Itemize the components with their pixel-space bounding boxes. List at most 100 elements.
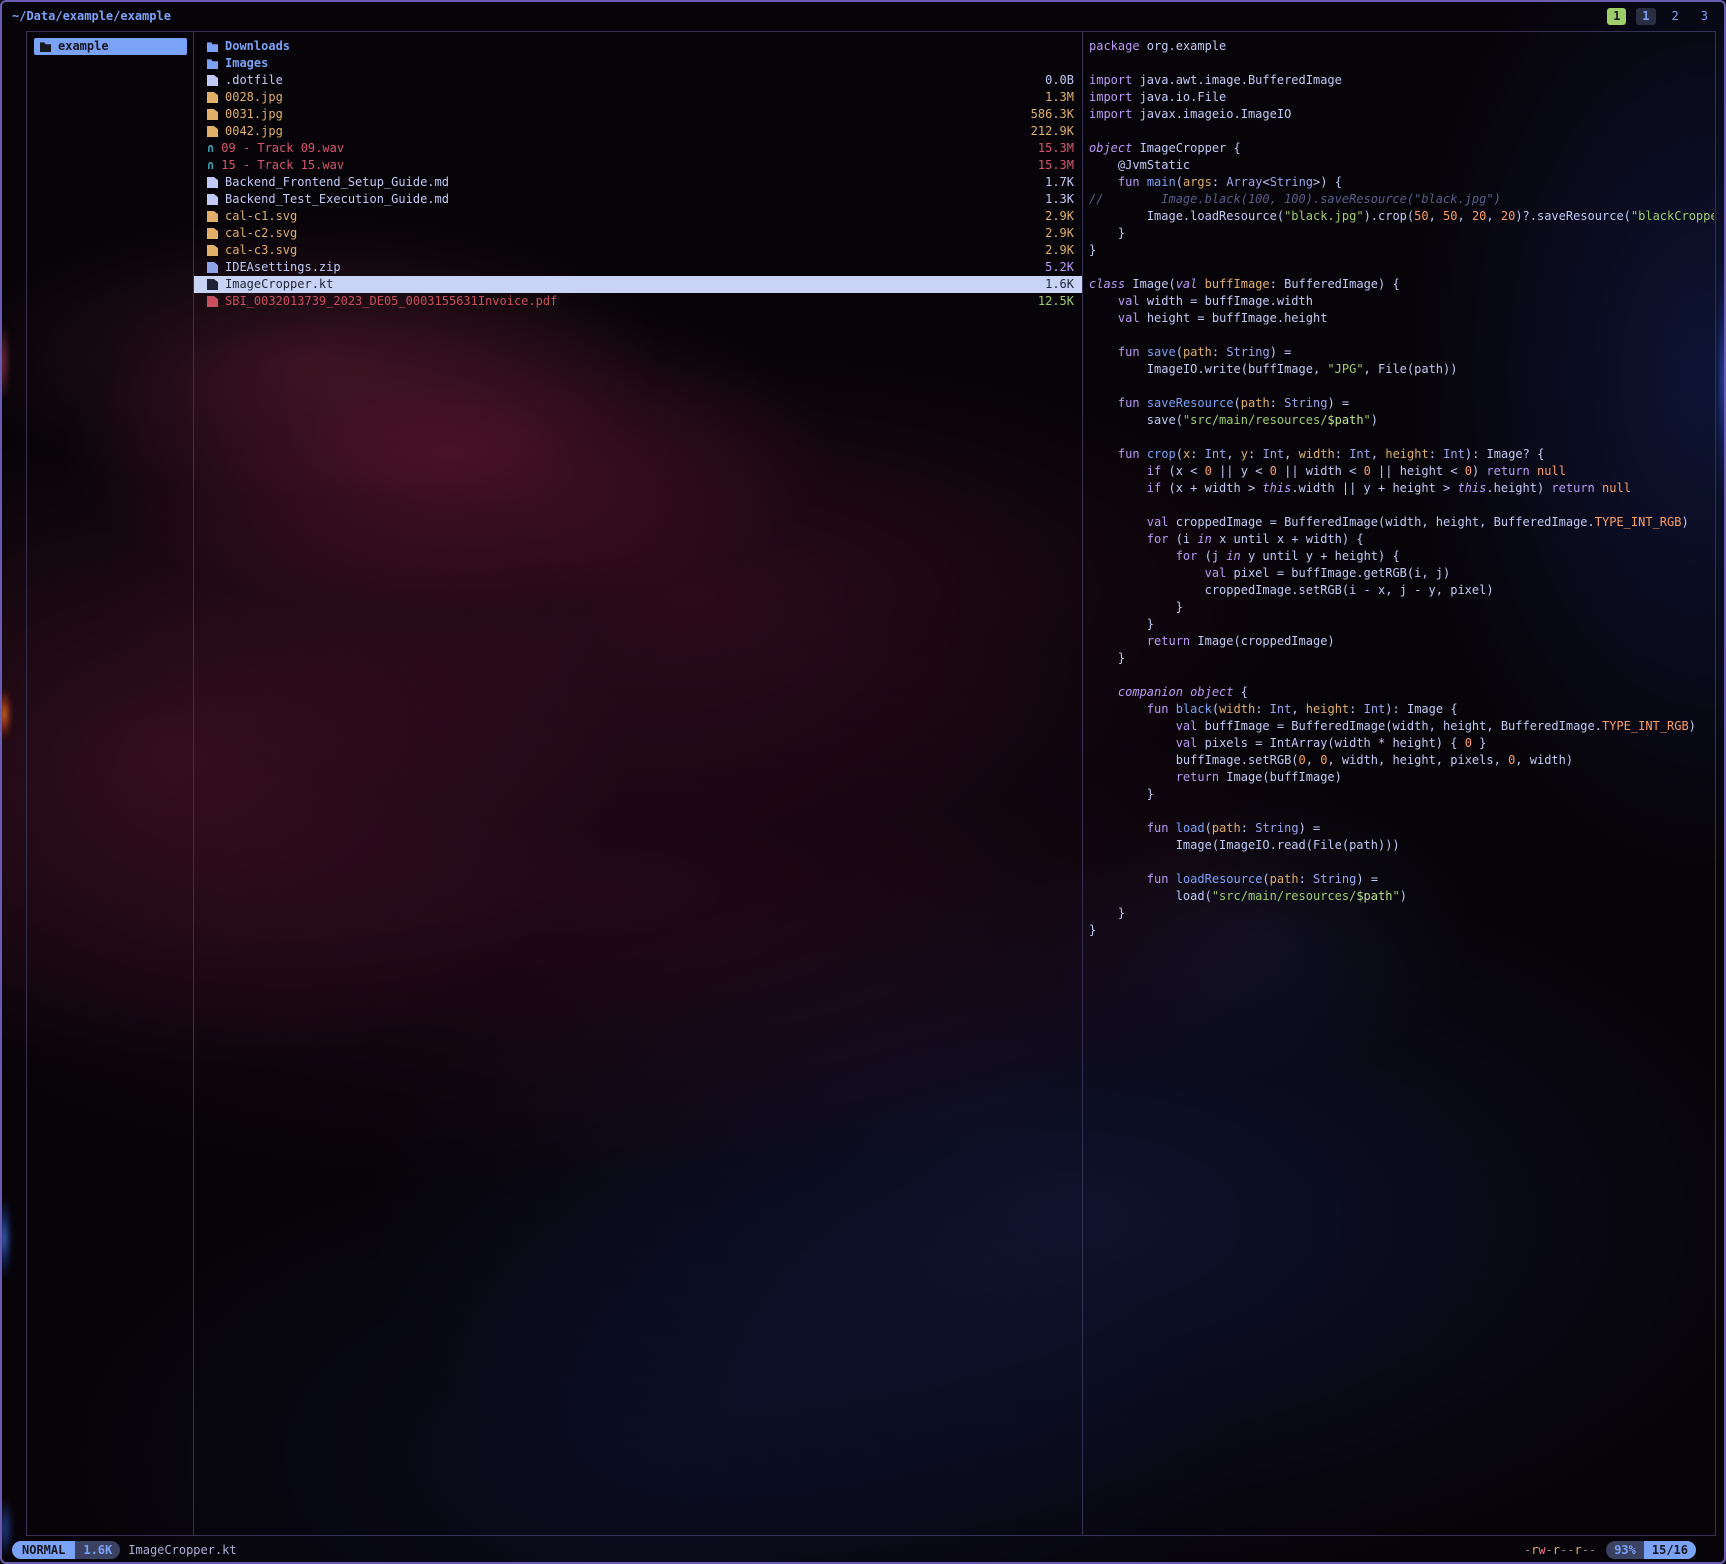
file-row[interactable]: cal-c2.svg 2.9K [194,225,1082,242]
file-row[interactable]: Images [194,55,1082,72]
file-size: 1.6K [1035,276,1074,293]
panes-container: example DownloadsImages.dotfile0.0B0028.… [26,31,1716,1536]
file-icon [207,262,218,273]
file-name: IDEAsettings.zip [225,259,341,276]
file-name: 15 - Track 15.wav [221,157,344,174]
folder-icon [207,41,218,52]
code-line: return Image(buffImage) [1089,769,1714,786]
file-name: ImageCropper.kt [225,276,333,293]
file-row[interactable]: .dotfile 0.0B [194,72,1082,89]
code-line: } [1089,599,1714,616]
file-name: cal-c3.svg [225,242,297,259]
code-line: } [1089,786,1714,803]
code-line: for (i in x until x + width) { [1089,531,1714,548]
code-line: if (x < 0 || y < 0 || width < 0 || heigh… [1089,463,1714,480]
file-size: 15.3M [1028,157,1074,174]
code-line: fun crop(x: Int, y: Int, width: Int, hei… [1089,446,1714,463]
code-line: if (x + width > this.width || y + height… [1089,480,1714,497]
tab-bar: 1 123 [1607,8,1714,25]
code-line: fun black(width: Int, height: Int): Imag… [1089,701,1714,718]
file-name: 0042.jpg [225,123,283,140]
file-row[interactable]: IDEAsettings.zip 5.2K [194,259,1082,276]
file-icon [207,211,218,222]
file-size: 15.3M [1028,140,1074,157]
file-icon [207,296,218,307]
header-bar: ~/Data/example/example 1 123 [12,5,1714,27]
file-row[interactable]: cal-c3.svg 2.9K [194,242,1082,259]
code-line [1089,327,1714,344]
code-line [1089,854,1714,871]
file-icon [207,177,218,188]
file-row[interactable]: ImageCropper.kt 1.6K [194,276,1082,293]
file-size: 2.9K [1035,225,1074,242]
file-name: 0028.jpg [225,89,283,106]
permissions-text: -rw-r--r-- [1524,1542,1596,1559]
code-line: for (j in y until y + height) { [1089,548,1714,565]
code-line: import java.io.File [1089,89,1714,106]
file-row[interactable]: Backend_Frontend_Setup_Guide.md1.7K [194,174,1082,191]
code-preview: package org.example import java.awt.imag… [1083,33,1714,939]
code-line: fun loadResource(path: String) = [1089,871,1714,888]
code-line [1089,429,1714,446]
file-size: 0.0B [1035,72,1074,89]
code-line: val width = buffImage.width [1089,293,1714,310]
code-line: } [1089,922,1714,939]
file-name: 09 - Track 09.wav [221,140,344,157]
file-name: Backend_Test_Execution_Guide.md [225,191,449,208]
status-left: NORMAL 1.6K ImageCropper.kt [12,1541,237,1559]
code-line: fun save(path: String) = [1089,344,1714,361]
mode-indicator: NORMAL [12,1541,75,1559]
file-row[interactable]: Downloads [194,38,1082,55]
code-line: companion object { [1089,684,1714,701]
parent-dir-label: example [58,38,109,55]
file-row[interactable]: 15 - Track 15.wav 15.3M [194,157,1082,174]
file-row[interactable]: SBI_0032013739_2023_DE05_0003155631Invoi… [194,293,1082,310]
status-right: -rw-r--r-- 93% 15/16 [1524,1541,1714,1559]
wallpaper-glow [0,688,11,740]
code-line: // Image.black(100, 100).saveResource("b… [1089,191,1714,208]
code-line: fun main(args: Array<String>) { [1089,174,1714,191]
file-size: 586.3K [1021,106,1074,123]
code-line: croppedImage.setRGB(i - x, j - y, pixel) [1089,582,1714,599]
code-line: val pixel = buffImage.getRGB(i, j) [1089,565,1714,582]
file-name: .dotfile [225,72,283,89]
file-size: 2.9K [1035,242,1074,259]
code-line [1089,378,1714,395]
file-list-pane: DownloadsImages.dotfile0.0B0028.jpg1.3M0… [194,33,1082,1534]
code-line [1089,803,1714,820]
file-size: 2.9K [1035,208,1074,225]
file-row[interactable]: 0042.jpg212.9K [194,123,1082,140]
file-name: cal-c2.svg [225,225,297,242]
file-icon [207,75,218,86]
code-line [1089,259,1714,276]
tab-2[interactable]: 2 [1666,8,1685,25]
code-line: buffImage.setRGB(0, 0, width, height, pi… [1089,752,1714,769]
parent-pane: example [28,33,193,1534]
file-size: 1.3M [1035,89,1074,106]
file-list: DownloadsImages.dotfile0.0B0028.jpg1.3M0… [194,33,1082,310]
audio-icon [207,140,214,157]
code-line: save("src/main/resources/$path") [1089,412,1714,429]
code-line: load("src/main/resources/$path") [1089,888,1714,905]
wallpaper-glow [0,1196,11,1280]
task-count-badge: 1 [1607,8,1626,25]
code-line: ImageIO.write(buffImage, "JPG", File(pat… [1089,361,1714,378]
status-filename: ImageCropper.kt [128,1542,236,1559]
tab-3[interactable]: 3 [1695,8,1714,25]
tab-1[interactable]: 1 [1636,8,1655,25]
file-row[interactable]: 09 - Track 09.wav 15.3M [194,140,1082,157]
folder-icon [40,41,51,52]
file-row[interactable]: 0028.jpg 1.3M [194,89,1082,106]
file-size: 5.2K [1035,259,1074,276]
code-line: val pixels = IntArray(width * height) { … [1089,735,1714,752]
file-size: 1.7K [1035,174,1074,191]
file-name: Downloads [225,38,290,55]
preview-pane: package org.example import java.awt.imag… [1083,33,1714,1534]
parent-dir-item[interactable]: example [34,38,187,55]
file-row[interactable]: Backend_Test_Execution_Guide.md1.3K [194,191,1082,208]
code-line: package org.example [1089,38,1714,55]
code-line: fun saveResource(path: String) = [1089,395,1714,412]
file-row[interactable]: cal-c1.svg2.9K [194,208,1082,225]
file-icon [207,228,218,239]
file-row[interactable]: 0031.jpg586.3K [194,106,1082,123]
